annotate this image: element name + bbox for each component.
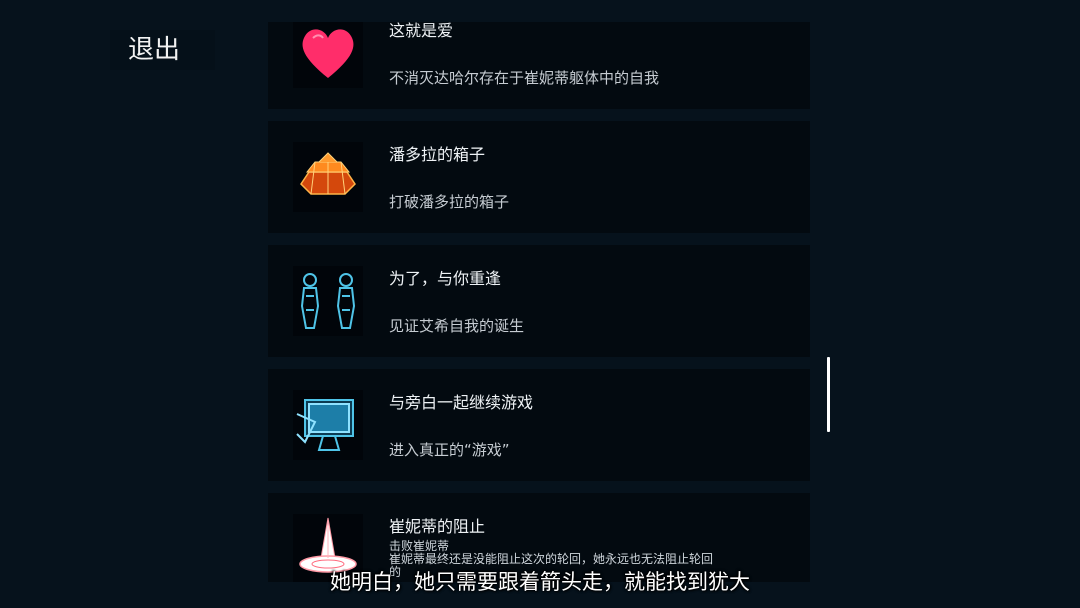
achievement-title: 潘多拉的箱子	[389, 145, 486, 164]
monitor-icon	[293, 390, 363, 460]
achievement-card[interactable]: 为了，与你重逢 见证艾希自我的诞生	[268, 245, 810, 357]
pandora-box-icon	[293, 142, 363, 212]
achievement-title: 为了，与你重逢	[389, 269, 502, 288]
achievement-card[interactable]: 这就是爱 不消灭达哈尔存在于崔妮蒂躯体中的自我	[268, 22, 810, 109]
overlay-line: 崔妮蒂最终还是没能阻止这次的轮回，她永远也无法阻止轮回	[389, 552, 714, 566]
achievement-description: 不消灭达哈尔存在于崔妮蒂躯体中的自我	[389, 69, 660, 87]
achievement-title: 崔妮蒂的阻止	[389, 517, 486, 536]
achievement-title: 这就是爱	[389, 22, 454, 40]
achievement-description: 打破潘多拉的箱子	[389, 193, 510, 211]
subtitle: 她明白，她只需要跟着箭头走，就能找到犹大	[330, 570, 750, 594]
achievement-list[interactable]: 这就是爱 不消灭达哈尔存在于崔妮蒂躯体中的自我 潘多拉的箱子 打破潘多拉的箱子	[268, 22, 810, 582]
achievement-card[interactable]: 与旁白一起继续游戏 进入真正的“游戏”	[268, 369, 810, 481]
achievement-description: 见证艾希自我的诞生	[389, 317, 525, 335]
heart-icon	[293, 22, 363, 88]
exit-button[interactable]: 退出	[110, 30, 215, 70]
two-figures-icon	[293, 266, 363, 336]
achievement-description: 进入真正的“游戏”	[389, 441, 510, 459]
scrollbar[interactable]	[827, 357, 830, 432]
achievement-title: 与旁白一起继续游戏	[389, 393, 534, 412]
achievement-card[interactable]: 潘多拉的箱子 打破潘多拉的箱子	[268, 121, 810, 233]
